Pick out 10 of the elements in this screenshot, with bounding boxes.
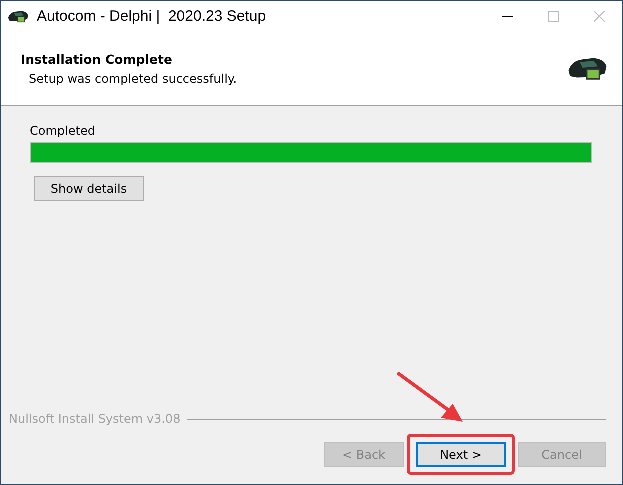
page-subtitle: Setup was completed successfully. [29, 72, 238, 86]
show-details-button[interactable]: Show details [34, 176, 144, 201]
installer-branding: Nullsoft Install System v3.08 [9, 412, 181, 426]
page-title: Installation Complete [21, 52, 174, 66]
progress-label: Completed [30, 124, 96, 138]
wizard-button[interactable]: Next > [416, 442, 506, 467]
window-title: Autocom - Delphi | 2020.23 Setup [37, 8, 268, 25]
maximize-icon [548, 11, 558, 22]
close-icon [594, 11, 604, 22]
car-icon [7, 8, 29, 24]
